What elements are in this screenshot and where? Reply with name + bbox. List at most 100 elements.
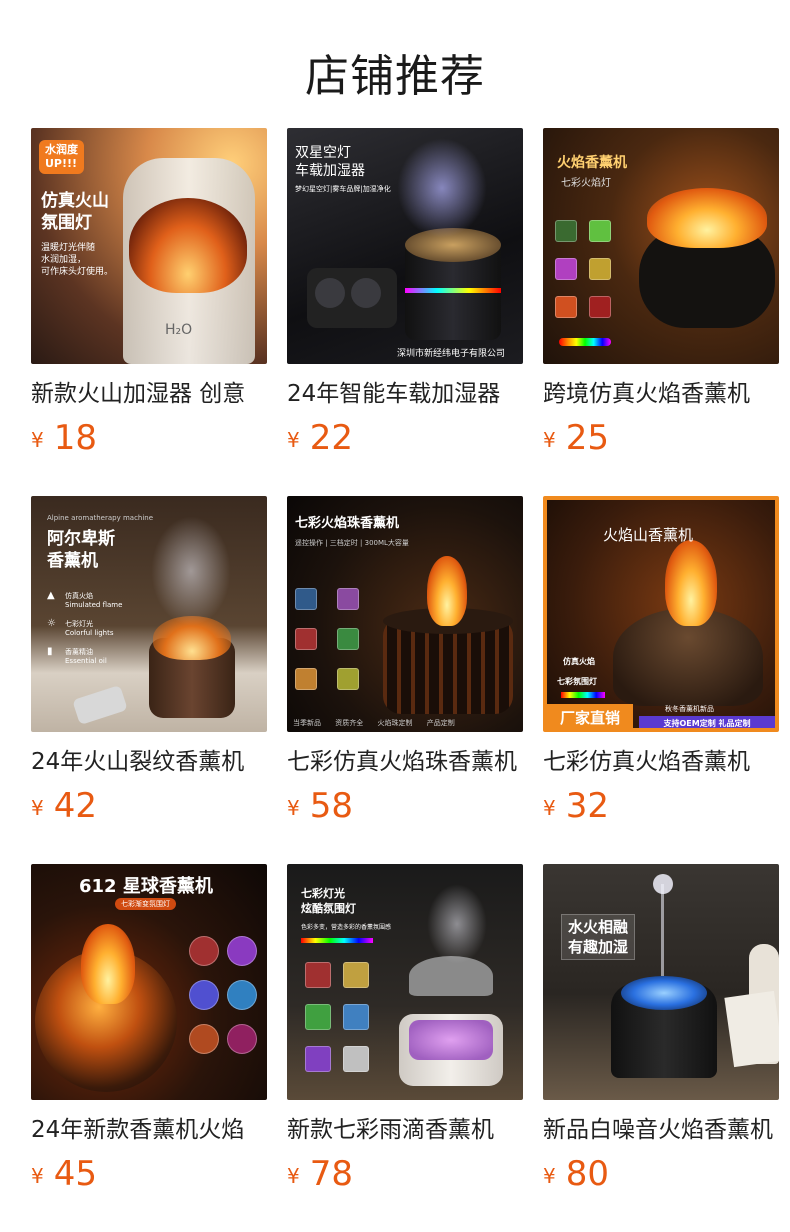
product-card[interactable]: 火焰香薰机 七彩火焰灯 跨境仿真火焰香薰机 ¥25 [543,128,779,458]
factory-direct-badge: 厂家直销 [547,704,633,728]
product-card[interactable]: 火焰山香薰机 仿真火焰 七彩氛围灯 厂家直销 秋冬香薰机新品 支持OEM定制 礼… [543,496,779,826]
image-caption: 可作床头灯使用。 [41,267,114,277]
feature-label: 仿真火焰 [65,592,93,600]
badge-text: UP!!! [45,157,78,170]
product-name[interactable]: 七彩仿真火焰珠香薰机 [287,746,523,778]
product-image[interactable]: Alpine aromatherapy machine 阿尔卑斯 香薰机 仿真火… [31,496,267,732]
feature-sublabel: Simulated flame [65,601,123,609]
feature-sublabel: Colorful lights [65,629,114,637]
product-image[interactable]: 七彩火焰珠香薰机 遥控操作 | 三档定时 | 300ML大容量 当季新品 资质齐… [287,496,523,732]
feature-label: 七彩氛围灯 [557,677,597,686]
product-price: ¥42 [31,786,267,826]
image-headline: 车载加湿器 [295,163,365,179]
image-headline: 阿尔卑斯 [47,529,115,549]
badge-text: 水润度 [45,143,78,156]
image-caption: 七彩火焰灯 [561,178,611,189]
image-headline: 仿真火山 [41,191,109,211]
product-image[interactable]: 612 星球香薰机 七彩渐变氛围灯 [31,864,267,1100]
product-name[interactable]: 跨境仿真火焰香薰机 [543,378,779,410]
product-price: ¥80 [543,1154,779,1194]
product-card[interactable]: 双星空灯 车载加湿器 梦幻星空灯|雾车品牌|加湿净化 深圳市新经纬电子有限公司 … [287,128,523,458]
footer-tag: 当季新品 [293,719,321,727]
image-caption: 色彩多变，营造多彩的香薰氛围感 [301,924,392,931]
product-card[interactable]: 七彩火焰珠香薰机 遥控操作 | 三档定时 | 300ML大容量 当季新品 资质齐… [287,496,523,826]
currency-symbol: ¥ [287,1164,300,1188]
price-value: 18 [53,418,97,458]
product-name[interactable]: 24年智能车载加湿器 [287,378,523,410]
product-price: ¥32 [543,786,779,826]
feature-sublabel: Essential oil [65,657,107,665]
price-value: 25 [565,418,609,458]
price-value: 32 [565,786,609,826]
price-value: 45 [53,1154,97,1194]
product-name[interactable]: 新款七彩雨滴香薰机 [287,1114,523,1146]
price-value: 22 [309,418,353,458]
currency-symbol: ¥ [31,1164,44,1188]
currency-symbol: ¥ [543,1164,556,1188]
image-caption: 梦幻星空灯|雾车品牌|加湿净化 [295,185,391,193]
product-name[interactable]: 新款火山加湿器 创意 [31,378,267,410]
product-image[interactable]: 火焰山香薰机 仿真火焰 七彩氛围灯 厂家直销 秋冬香薰机新品 支持OEM定制 礼… [543,496,779,732]
product-price: ¥45 [31,1154,267,1194]
footer-tag: 资质齐全 [335,719,364,727]
product-price: ¥78 [287,1154,523,1194]
image-headline: 火焰香薰机 [557,155,627,171]
flame-icon: ▲ [47,590,55,601]
product-name[interactable]: 新品白噪音火焰香薰机 [543,1114,779,1146]
page-title: 店铺推荐 [305,51,485,102]
h2o-label: H₂O [165,322,193,338]
image-headline: 有趣加湿 [568,938,629,956]
currency-symbol: ¥ [543,428,556,452]
light-icon: ☼ [47,618,56,629]
price-value: 58 [309,786,353,826]
image-headline: 七彩灯光 [301,887,345,900]
currency-symbol: ¥ [287,796,300,820]
feature-label: 仿真火焰 [563,657,595,666]
product-card[interactable]: 水火相融 有趣加湿 新品白噪音火焰香薰机 ¥80 [543,864,779,1194]
image-headline: 七彩火焰珠香薰机 [295,516,400,531]
product-image[interactable]: 水火相融 有趣加湿 [543,864,779,1100]
image-caption: 遥控操作 | 三档定时 | 300ML大容量 [295,539,409,547]
image-headline: 火焰山香薰机 [603,526,694,544]
product-name[interactable]: 七彩仿真火焰香薰机 [543,746,779,778]
product-image[interactable]: 水润度 UP!!! 仿真火山 氛围灯 温暖灯光伴随 水润加湿， 可作床头灯使用。… [31,128,267,364]
product-card[interactable]: 七彩灯光 炫酷氛围灯 色彩多变，营造多彩的香薰氛围感 新款七彩雨滴香薰机 ¥78 [287,864,523,1194]
currency-symbol: ¥ [31,796,44,820]
product-image[interactable]: 双星空灯 车载加湿器 梦幻星空灯|雾车品牌|加湿净化 深圳市新经纬电子有限公司 [287,128,523,364]
price-value: 80 [565,1154,609,1194]
product-price: ¥25 [543,418,779,458]
image-headline: 香薰机 [47,551,98,571]
footer-tag: 产品定制 [426,719,455,727]
price-value: 78 [309,1154,353,1194]
image-caption: 温暖灯光伴随 [41,243,96,253]
footer-tag: 火焰珠定制 [377,719,413,727]
image-headline: 氛围灯 [41,213,92,233]
product-image[interactable]: 七彩灯光 炫酷氛围灯 色彩多变，营造多彩的香薰氛围感 [287,864,523,1100]
product-card[interactable]: Alpine aromatherapy machine 阿尔卑斯 香薰机 仿真火… [31,496,267,826]
image-headline: 炫酷氛围灯 [301,902,356,915]
oem-badge: 支持OEM定制 礼品定制 [639,716,775,728]
feature-label: 七彩灯光 [65,620,93,628]
bottle-icon: ▮ [47,646,53,657]
product-price: ¥58 [287,786,523,826]
image-caption: Alpine aromatherapy machine [47,514,154,522]
image-caption: 秋冬香薰机新品 [665,705,714,713]
company-watermark: 深圳市新经纬电子有限公司 [397,349,506,359]
image-caption: 水润加湿， [41,255,87,265]
product-name[interactable]: 24年火山裂纹香薰机 [31,746,267,778]
image-headline: 612 星球香薰机 [79,876,213,897]
image-headline: 水火相融 [568,918,629,936]
product-card[interactable]: 水润度 UP!!! 仿真火山 氛围灯 温暖灯光伴随 水润加湿， 可作床头灯使用。… [31,128,267,458]
feature-label: 香薰精油 [65,648,93,656]
product-card[interactable]: 612 星球香薰机 七彩渐变氛围灯 24年新款香薰机火焰 ¥45 [31,864,267,1194]
image-caption: 七彩渐变氛围灯 [115,898,176,910]
product-image[interactable]: 火焰香薰机 七彩火焰灯 [543,128,779,364]
currency-symbol: ¥ [543,796,556,820]
price-value: 42 [53,786,97,826]
product-price: ¥18 [31,418,267,458]
currency-symbol: ¥ [287,428,300,452]
product-price: ¥22 [287,418,523,458]
product-name[interactable]: 24年新款香薰机火焰 [31,1114,267,1146]
currency-symbol: ¥ [31,428,44,452]
image-headline: 双星空灯 [295,145,351,161]
